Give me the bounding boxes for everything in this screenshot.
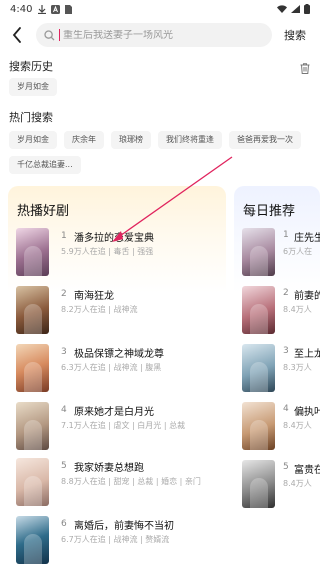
drama-meta: 8.2万人在追 | 战神流 (61, 305, 138, 314)
status-bar: 4:40 (0, 0, 320, 18)
rank-number: 5 (61, 461, 67, 471)
list-item[interactable]: 4 原来她才是白月光 7.1万人在追 | 虐文 | 白月光 | 总裁 (16, 402, 226, 452)
app-a-icon (51, 4, 61, 14)
drama-title: 至上龙 (294, 349, 320, 360)
status-time: 4:40 (10, 3, 33, 15)
rank-number: 2 (283, 288, 289, 298)
hot-search-chip[interactable]: 庆余年 (64, 131, 104, 149)
drama-cover (242, 344, 275, 392)
signal-icon (291, 5, 300, 13)
drama-cover (16, 516, 49, 564)
history-chips: 岁月如金 (9, 78, 57, 96)
hot-drama-card: 热播好剧 1 潘多拉的恋爱宝典 5.9万人在追 | 毒舌 | 强强 2 南海狂龙… (8, 186, 226, 568)
drama-cover (242, 286, 275, 334)
battery-icon (304, 4, 310, 14)
search-button[interactable]: 搜索 (284, 27, 306, 43)
list-item[interactable]: 3 至上龙 8.3万人 (242, 344, 320, 394)
drama-title: 庄先生 (294, 233, 320, 244)
drama-cover (242, 228, 275, 276)
drama-meta: 8.4万人 (283, 421, 312, 430)
rank-number: 2 (61, 289, 67, 299)
drama-meta: 8.4万人 (283, 305, 312, 314)
drama-title: 极品保镖之神域龙尊 (74, 349, 164, 360)
drama-title: 前妻的 (294, 291, 320, 302)
drama-cover (242, 402, 275, 450)
trash-icon (300, 63, 310, 74)
chevron-left-icon (12, 27, 21, 43)
rank-number: 4 (61, 405, 67, 415)
back-button[interactable] (0, 22, 34, 48)
drama-cover (242, 460, 275, 508)
hot-search-chip[interactable]: 爸爸再爱我一次 (229, 131, 301, 149)
drama-title: 我家娇妻总想跑 (74, 463, 144, 474)
drama-meta: 6万人在 (283, 247, 313, 256)
drama-cover (16, 228, 49, 276)
list-item[interactable]: 5 富贵在 8.4万人 (242, 460, 320, 510)
hot-search-chip[interactable]: 千亿总裁追妻... (9, 156, 81, 174)
drama-cover (16, 402, 49, 450)
drama-cover (16, 286, 49, 334)
rank-number: 1 (61, 231, 67, 241)
drama-meta: 7.1万人在追 | 虐文 | 白月光 | 总裁 (61, 421, 186, 430)
hot-search-chip[interactable]: 我们终将重逢 (158, 131, 222, 149)
history-title: 搜索历史 (9, 60, 53, 73)
drama-title: 潘多拉的恋爱宝典 (74, 233, 154, 244)
drama-title: 富贵在 (294, 465, 320, 476)
list-item[interactable]: 4 偏执叶 8.4万人 (242, 402, 320, 452)
drama-title: 偏执叶 (294, 407, 320, 418)
rank-number: 6 (61, 519, 67, 529)
daily-recommend-card: 每日推荐 1 庄先生 6万人在 2 前妻的 8.4万人 3 至上龙 8.3万人 … (234, 186, 320, 568)
download-icon (38, 4, 47, 14)
list-item[interactable]: 5 我家娇妻总想跑 8.8万人在追 | 甜宠 | 总裁 | 婚恋 | 亲门 (16, 458, 226, 508)
rank-number: 3 (283, 346, 289, 356)
hot-drama-title: 热播好剧 (17, 204, 70, 219)
drama-title: 原来她才是白月光 (74, 407, 154, 418)
list-item[interactable]: 2 前妻的 8.4万人 (242, 286, 320, 336)
drama-title: 南海狂龙 (74, 291, 114, 302)
drama-meta: 5.9万人在追 | 毒舌 | 强强 (61, 247, 154, 256)
sim-card-icon (65, 4, 73, 14)
drama-title: 离婚后，前妻悔不当初 (74, 521, 174, 532)
search-input[interactable] (63, 29, 263, 41)
hot-search-chip[interactable]: 岁月如金 (9, 131, 57, 149)
drama-meta: 6.3万人在追 | 战神流 | 腹黑 (61, 363, 162, 372)
list-item[interactable]: 2 南海狂龙 8.2万人在追 | 战神流 (16, 286, 226, 336)
text-cursor (59, 29, 60, 41)
drama-meta: 8.3万人 (283, 363, 312, 372)
list-item[interactable]: 1 庄先生 6万人在 (242, 228, 320, 278)
search-bar: 搜索 (0, 22, 320, 48)
hot-search-chips: 岁月如金 庆余年 琅琊榜 我们终将重逢 爸爸再爱我一次 千亿总裁追妻... (9, 131, 309, 174)
daily-recommend-title: 每日推荐 (243, 204, 296, 219)
search-field[interactable] (36, 23, 272, 47)
hot-search-chip[interactable]: 琅琊榜 (111, 131, 151, 149)
hot-search-title: 热门搜索 (9, 111, 53, 124)
drama-meta: 6.7万人在追 | 战神流 | 赘婿流 (61, 535, 170, 544)
drama-meta: 8.8万人在追 | 甜宠 | 总裁 | 婚恋 | 亲门 (61, 477, 201, 486)
list-item[interactable]: 3 极品保镖之神域龙尊 6.3万人在追 | 战神流 | 腹黑 (16, 344, 226, 394)
drama-cover (16, 344, 49, 392)
list-item[interactable]: 1 潘多拉的恋爱宝典 5.9万人在追 | 毒舌 | 强强 (16, 228, 226, 278)
history-chip[interactable]: 岁月如金 (9, 78, 57, 96)
drama-meta: 8.4万人 (283, 479, 312, 488)
rank-number: 4 (283, 404, 289, 414)
search-icon (44, 29, 55, 40)
rank-number: 3 (61, 347, 67, 357)
rank-number: 1 (283, 230, 289, 240)
clear-history-button[interactable] (300, 59, 310, 78)
drama-cover (16, 458, 49, 506)
wifi-icon (277, 5, 287, 13)
rank-number: 5 (283, 462, 289, 472)
list-item[interactable]: 6 离婚后，前妻悔不当初 6.7万人在追 | 战神流 | 赘婿流 (16, 516, 226, 566)
